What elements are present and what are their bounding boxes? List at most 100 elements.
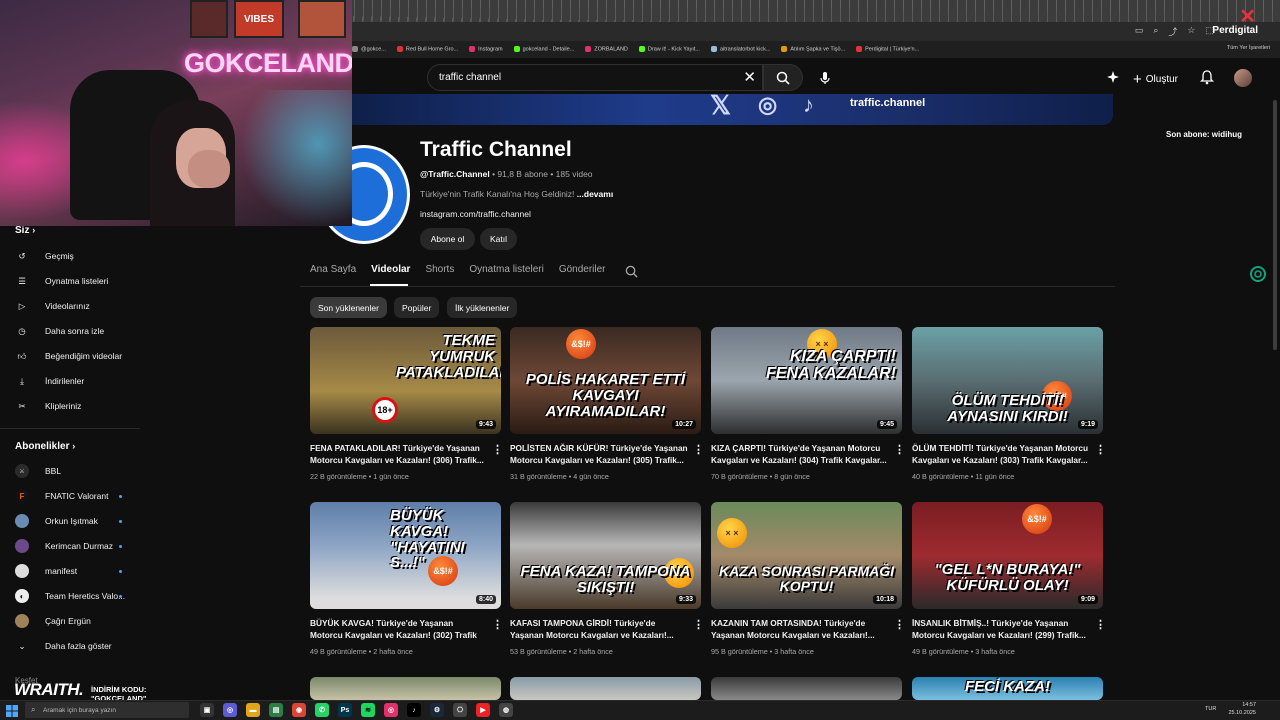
notifications-bell-icon[interactable]	[1200, 70, 1214, 85]
zoom-icon[interactable]: ⌕	[1153, 25, 1158, 38]
video-title[interactable]: BÜYÜK KAVGA! Türkiye'de Yaşanan Motorcu …	[310, 617, 488, 641]
sparkle-icon[interactable]	[1106, 70, 1120, 84]
video-title[interactable]: POLİSTEN AĞIR KÜFÜR! Türkiye'de Yaşanan …	[510, 442, 688, 466]
subscribe-button[interactable]: Abone ol	[420, 228, 475, 250]
sidebar-show-more[interactable]: ⌄ Daha fazla göster	[15, 636, 111, 656]
channel-description[interactable]: Türkiye'nin Trafik Kanalı'na Hoş Geldini…	[420, 189, 613, 199]
windows-start-icon[interactable]	[6, 704, 18, 717]
steam-icon[interactable]: ⚙	[430, 703, 444, 717]
task-view-icon[interactable]: ▣	[200, 703, 214, 717]
sidebar-sub[interactable]: manifest	[15, 561, 77, 581]
bookmark-item[interactable]: Red Bull Home Gro...	[396, 46, 458, 53]
sidebar-you-heading[interactable]: Siz ›	[15, 225, 35, 236]
sidebar-subscriptions-heading[interactable]: Abonelikler ›	[15, 441, 75, 452]
video-title[interactable]: İNSANLIK BİTMİŞ..! Türkiye'de Yaşanan Mo…	[912, 617, 1090, 641]
more-options-icon[interactable]: ⋮	[492, 443, 503, 456]
more-options-icon[interactable]: ⋮	[693, 443, 704, 456]
bookmark-item[interactable]: Instagram	[469, 46, 503, 53]
video-thumbnail[interactable]	[510, 677, 701, 700]
app-icon[interactable]: ⎔	[453, 703, 467, 717]
video-title[interactable]: KAFASI TAMPONA GİRDİ! Türkiye'de Yaşanan…	[510, 617, 688, 641]
tiktok-icon[interactable]: ♪	[407, 703, 421, 717]
tab-shorts[interactable]: Shorts	[425, 264, 454, 284]
bookmark-item[interactable]: @gokce...	[352, 46, 386, 53]
video-thumbnail[interactable]: × × KIZA ÇARPTI! FENA KAZALAR! 9:45	[711, 327, 902, 434]
more-options-icon[interactable]: ⋮	[693, 618, 704, 631]
bookmark-item[interactable]: gokceland - Detaile...	[513, 46, 574, 53]
cast-icon[interactable]: ▭	[1135, 25, 1144, 38]
all-bookmarks[interactable]: Tüm Yer İşaretleri	[1227, 45, 1270, 51]
video-title[interactable]: KAZANIN TAM ORTASINDA! Türkiye'de Yaşana…	[711, 617, 889, 641]
file-explorer-icon[interactable]: ▬	[246, 703, 260, 717]
more-options-icon[interactable]: ⋮	[894, 618, 905, 631]
sidebar-item-clips[interactable]: ✂ Klipleriniz	[15, 396, 81, 416]
more-options-icon[interactable]: ⋮	[1095, 443, 1106, 456]
video-thumbnail[interactable]: × × FENA KAZA! TAMPONA SIKIŞTI! 9:33	[510, 502, 701, 609]
sidebar-sub[interactable]: ◐ Team Heretics Valo...	[15, 586, 125, 606]
channel-search-icon[interactable]	[625, 265, 638, 278]
video-title[interactable]: ÖLÜM TEHDİTİ! Türkiye'de Yaşanan Motorcu…	[912, 442, 1090, 466]
video-thumbnail[interactable]: BÜYÜK KAVGA! "HAYATINI S...!" &$!# 8:40	[310, 502, 501, 609]
account-avatar[interactable]	[1234, 69, 1252, 87]
page-scrollbar[interactable]	[1273, 100, 1277, 350]
chip-latest[interactable]: Son yüklenenler	[310, 297, 387, 318]
sidebar-sub[interactable]: Orkun Işıtmak	[15, 511, 98, 531]
video-thumbnail[interactable]	[310, 677, 501, 700]
sidebar-sub[interactable]: Çağrı Ergün	[15, 611, 91, 631]
video-thumbnail[interactable]: &$!# POLİS HAKARET ETTİ KAVGAYI AYIRAMAD…	[510, 327, 701, 434]
youtube-icon[interactable]: ▶	[476, 703, 490, 717]
create-button[interactable]: + Oluştur	[1133, 71, 1178, 88]
voice-search-button[interactable]	[811, 64, 838, 91]
video-title[interactable]: FENA PATAKLADILAR! Türkiye'de Yaşanan Mo…	[310, 442, 488, 466]
sidebar-item-liked[interactable]: 👍︎ Beğendiğim videolar	[15, 346, 122, 366]
video-thumbnail[interactable]: &$!# "GEL L*N BURAYA!" KÜFÜRLÜ OLAY! 9:0…	[912, 502, 1103, 609]
sidebar-item-watch-later[interactable]: ◷ Daha sonra izle	[15, 321, 104, 341]
photoshop-icon[interactable]: Ps	[338, 703, 352, 717]
sidebar-sub[interactable]: F FNATIC Valorant	[15, 486, 108, 506]
bookmark-item[interactable]: Perdigital | Türkiye'n...	[856, 46, 919, 53]
video-thumbnail[interactable]: TEKME YUMRUK PATAKLADILAR! 18+ 9:43	[310, 327, 501, 434]
search-input[interactable]: traffic channel ✕	[427, 64, 763, 91]
clear-icon[interactable]: ✕	[743, 68, 756, 86]
profile-label[interactable]: Perdigital	[1212, 25, 1258, 36]
more-options-icon[interactable]: ⋮	[492, 618, 503, 631]
tab-videos[interactable]: Videolar	[371, 264, 410, 284]
more-options-icon[interactable]: ⋮	[894, 443, 905, 456]
video-thumbnail[interactable]: × × KAZA SONRASI PARMAĞI KOPTU! 10:18	[711, 502, 902, 609]
system-clock[interactable]: 14:57 25.10.2025	[1228, 701, 1256, 717]
sidebar-item-downloads[interactable]: ⤓ İndirilenler	[15, 371, 84, 391]
input-language[interactable]: TUR	[1205, 706, 1216, 712]
video-title[interactable]: KIZA ÇARPTI! Türkiye'de Yaşanan Motorcu …	[711, 442, 889, 466]
join-button[interactable]: Katıl	[480, 228, 517, 250]
bookmark-item[interactable]: aitranslatorbot kick...	[710, 46, 770, 53]
taskbar-search-input[interactable]: ⌕ Aramak için buraya yazın	[25, 702, 189, 718]
star-icon[interactable]: ☆	[1187, 25, 1195, 38]
app-icon[interactable]: ▤	[269, 703, 283, 717]
video-thumbnail[interactable]	[711, 677, 902, 700]
sidebar-item-playlists[interactable]: ☰ Oynatma listeleri	[15, 271, 108, 291]
bookmark-item[interactable]: ZORBALAND	[585, 46, 628, 53]
search-button[interactable]	[763, 64, 803, 91]
tab-posts[interactable]: Gönderiler	[559, 264, 606, 284]
sidebar-sub[interactable]: Kerimcan Durmaz	[15, 536, 113, 556]
obs-icon[interactable]: ◍	[499, 703, 513, 717]
sidebar-item-your-videos[interactable]: ▷ Videolarınız	[15, 296, 90, 316]
bookmark-item[interactable]: Draw it! - Kick Yayıt...	[638, 46, 700, 53]
share-icon[interactable]: ⤴	[1168, 25, 1177, 38]
video-thumbnail[interactable]: &$!# ÖLÜM TEHDİTİ! AYNASINI KIRDI! 9:19	[912, 327, 1103, 434]
channel-link[interactable]: instagram.com/traffic.channel	[420, 209, 531, 219]
video-thumbnail[interactable]: FECİ KAZA!	[912, 677, 1103, 700]
assistant-extension-icon[interactable]	[1248, 264, 1268, 284]
tab-home[interactable]: Ana Sayfa	[310, 264, 356, 284]
sidebar-item-history[interactable]: ↺ Geçmiş	[15, 246, 73, 266]
instagram-icon[interactable]: ◎	[384, 703, 398, 717]
bookmark-item[interactable]: Atılım Şapka ve Tişö...	[781, 46, 845, 53]
tab-playlists[interactable]: Oynatma listeleri	[469, 264, 543, 284]
app-icon[interactable]: ◎	[223, 703, 237, 717]
chip-popular[interactable]: Popüler	[394, 297, 440, 318]
whatsapp-icon[interactable]: ✆	[315, 703, 329, 717]
chip-oldest[interactable]: İlk yüklenenler	[447, 297, 518, 318]
more-options-icon[interactable]: ⋮	[1095, 618, 1106, 631]
sidebar-sub[interactable]: ⚔ BBL	[15, 461, 61, 481]
spotify-icon[interactable]: ≋	[361, 703, 375, 717]
